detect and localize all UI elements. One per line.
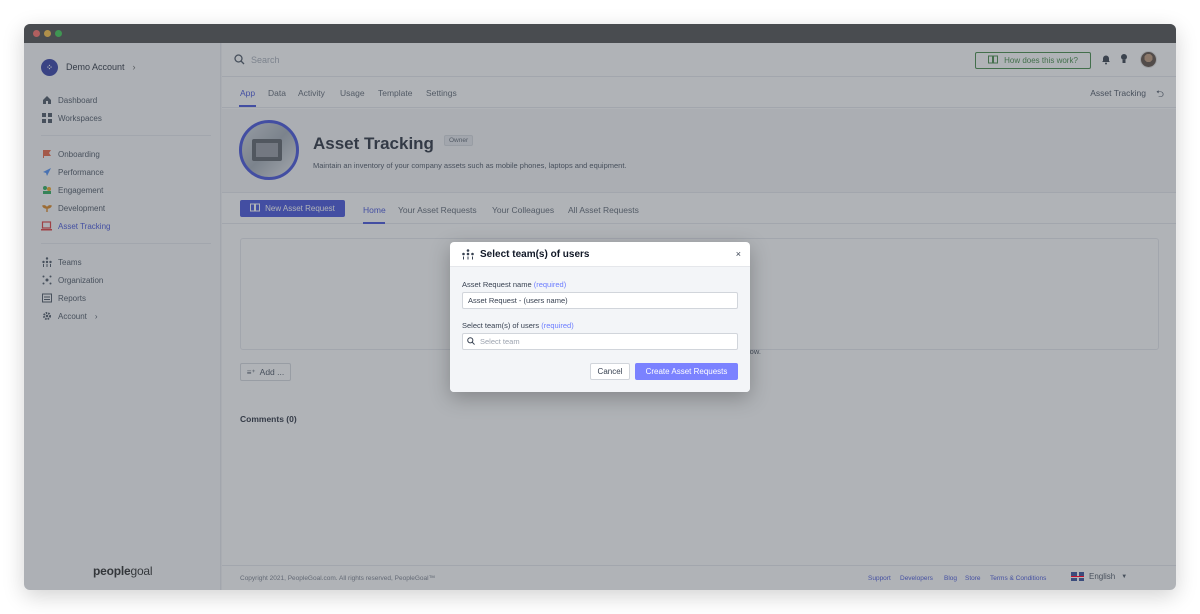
teams-icon [462,249,474,263]
asset-request-name-input[interactable]: Asset Request - (users name) [462,292,738,309]
select-teams-label: Select team(s) of users (required) [462,321,574,330]
asset-request-name-label: Asset Request name (required) [462,280,567,289]
select-team-input[interactable]: Select team [462,333,738,350]
dialog-title: Select team(s) of users [480,249,590,260]
dialog-header: Select team(s) of users × [450,242,750,267]
dialog-body: Asset Request name (required) Asset Requ… [450,267,750,392]
close-icon[interactable]: × [736,249,741,259]
app-window: ⁘ Demo Account › Dashboard Workspaces On… [24,24,1176,590]
cancel-button[interactable]: Cancel [590,363,630,380]
create-asset-requests-button[interactable]: Create Asset Requests [635,363,738,380]
search-icon [467,337,475,345]
select-teams-dialog: Select team(s) of users × Asset Request … [450,242,750,392]
